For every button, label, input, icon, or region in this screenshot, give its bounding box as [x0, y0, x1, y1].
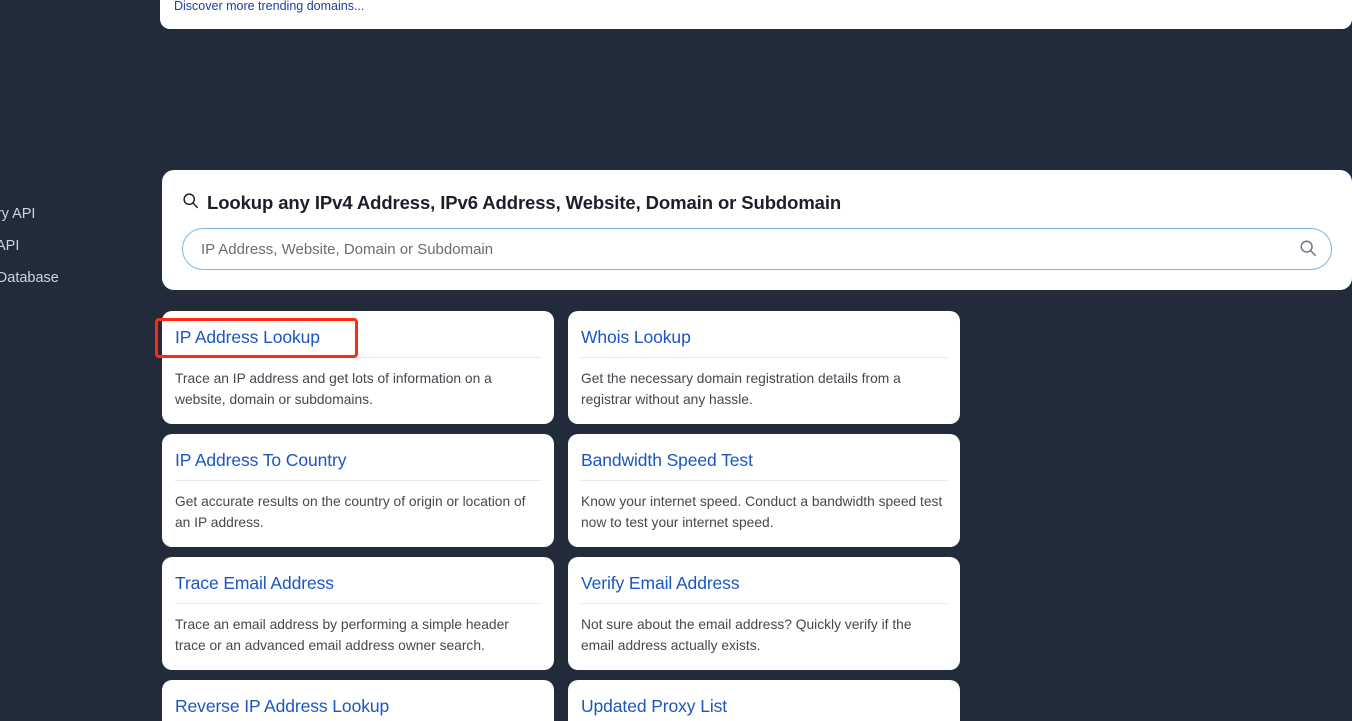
tool-cards-grid: IP Address Lookup Trace an IP address and…: [162, 311, 1352, 721]
tool-card-description: Not sure about the email address? Quickl…: [581, 617, 912, 653]
sidebar-item[interactable]: er Tool: [0, 52, 160, 84]
tool-card-title-link[interactable]: Reverse IP Address Lookup: [175, 696, 389, 717]
tool-card-divider: [581, 357, 947, 358]
sidebar-section-heading: Tools: [0, 0, 160, 20]
tool-card[interactable]: Whois Lookup Get the necessary domain reg…: [568, 311, 960, 424]
tool-card-description: Know your internet speed. Conduct a band…: [581, 494, 943, 530]
sidebar-item[interactable]: PI: [0, 166, 160, 198]
tool-card[interactable]: IP Address Lookup Trace an IP address and…: [162, 311, 554, 424]
lookup-panel: Lookup any IPv4 Address, IPv6 Address, W…: [162, 170, 1352, 290]
tool-card[interactable]: Trace Email Address Trace an email addres…: [162, 557, 554, 670]
sidebar-section-heading: nter: [0, 316, 160, 344]
lookup-heading: Lookup any IPv4 Address, IPv6 Address, W…: [207, 192, 842, 213]
tool-card-divider: [175, 603, 541, 604]
sidebar-section-heading: ers: [0, 138, 160, 166]
page-root: Toolsed Tester Toolxy List ersPIo Country…: [0, 0, 1352, 721]
tool-card-description: Get the necessary domain registration de…: [581, 371, 901, 407]
tool-card-title-link[interactable]: Whois Lookup: [581, 327, 691, 348]
tool-card-title-link[interactable]: IP Address To Country: [175, 450, 346, 471]
search-submit-button[interactable]: [1296, 237, 1320, 261]
tool-card-title-link[interactable]: Trace Email Address: [175, 573, 334, 594]
tool-card[interactable]: Reverse IP Address LookupConduct a rever…: [162, 680, 554, 721]
tool-card[interactable]: IP Address To Country Get accurate result…: [162, 434, 554, 547]
main-content: shop2buy.inlaraunt.comconfidentdrummer.c…: [160, 0, 1352, 721]
tool-card-divider: [581, 480, 947, 481]
search-icon: [182, 192, 199, 214]
sidebar-inner: Toolsed Tester Toolxy List ersPIo Country…: [0, 0, 160, 550]
search-field-wrapper: [182, 228, 1332, 270]
tool-card-description: Trace an IP address and get lots of info…: [175, 371, 492, 407]
tool-card-title-link[interactable]: Verify Email Address: [581, 573, 740, 594]
sidebar-item[interactable]: ocation API: [0, 230, 160, 262]
sidebar-item[interactable]: o Country API: [0, 198, 160, 230]
sidebar: Toolsed Tester Toolxy List ersPIo Country…: [0, 0, 160, 721]
sidebar-item[interactable]: ed Test: [0, 20, 160, 52]
tool-card[interactable]: Bandwidth Speed Test Know your internet s…: [568, 434, 960, 547]
tool-card[interactable]: Updated Proxy ListGet free access to our…: [568, 680, 960, 721]
tool-card-divider: [175, 357, 541, 358]
sidebar-section-heading: lelp: [0, 406, 160, 434]
lookup-title-row: Lookup any IPv4 Address, IPv6 Address, W…: [182, 192, 1332, 214]
tool-card-title-link[interactable]: IP Address Lookup: [175, 327, 320, 348]
tool-card-title-link[interactable]: Bandwidth Speed Test: [581, 450, 753, 471]
tool-card-title-link[interactable]: Updated Proxy List: [581, 696, 727, 717]
tool-card-divider: [175, 480, 541, 481]
sidebar-item[interactable]: xy List: [0, 84, 160, 116]
search-input[interactable]: [182, 228, 1332, 270]
trending-domains-panel: shop2buy.inlaraunt.comconfidentdrummer.c…: [160, 0, 1352, 29]
sidebar-item[interactable]: ocation Database: [0, 262, 160, 294]
tool-card[interactable]: Verify Email Address Not sure about the e…: [568, 557, 960, 670]
discover-more-domains-link[interactable]: Discover more trending domains...: [160, 0, 378, 13]
tool-card-description: Trace an email address by performing a s…: [175, 617, 509, 653]
tool-card-divider: [581, 603, 947, 604]
tool-card-description: Get accurate results on the country of o…: [175, 494, 526, 530]
sidebar-item[interactable]: y: [0, 496, 160, 528]
search-icon: [1299, 239, 1317, 260]
